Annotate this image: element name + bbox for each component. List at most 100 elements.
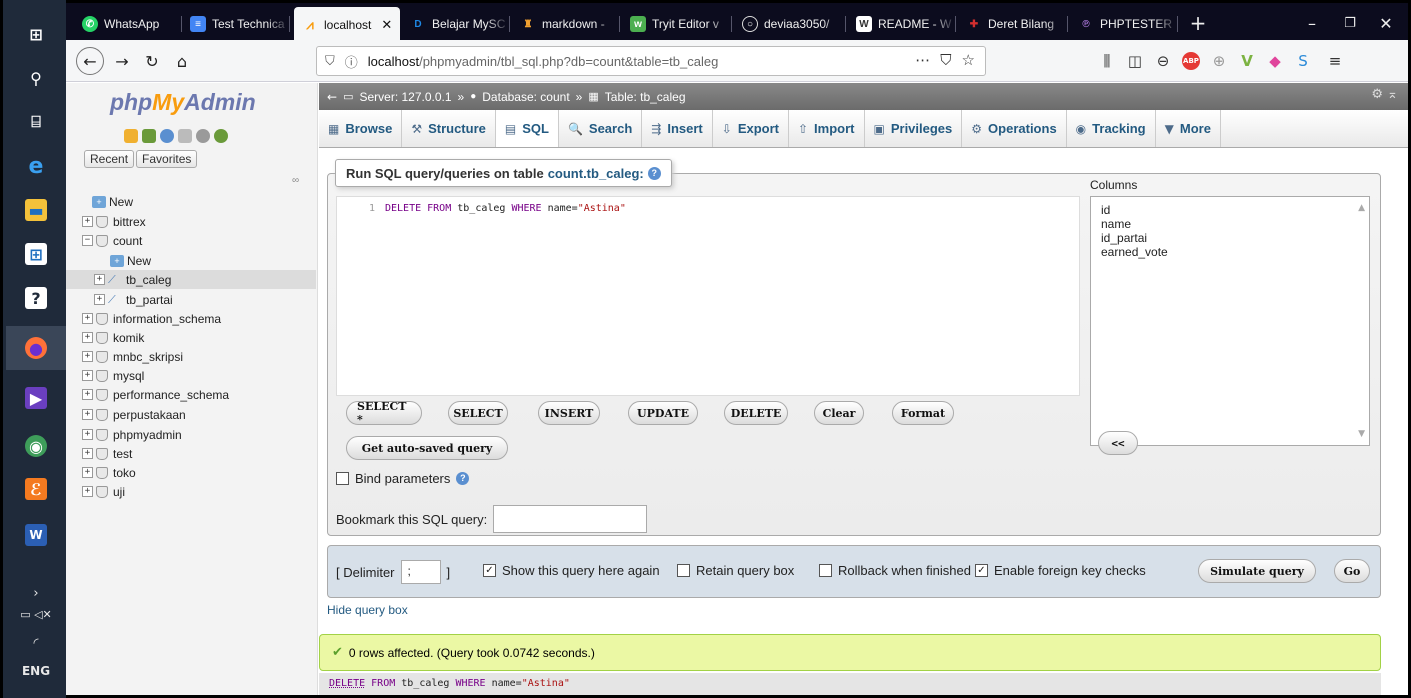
help-app-button[interactable]: ? bbox=[6, 276, 66, 320]
close-window-button[interactable]: ✕ bbox=[1366, 9, 1406, 37]
tab-readme[interactable]: W README - W bbox=[848, 8, 956, 40]
home-button[interactable]: ⌂ bbox=[168, 47, 196, 75]
minimize-button[interactable]: – bbox=[1292, 9, 1332, 37]
tree-item-test[interactable]: + test bbox=[66, 444, 316, 463]
expand-icon[interactable]: + bbox=[82, 448, 93, 459]
extension-v-icon[interactable]: V bbox=[1236, 50, 1258, 72]
sql-editor[interactable]: 1 DELETE FROM tb_caleg WHERE name="Astin… bbox=[336, 196, 1080, 396]
expand-icon[interactable]: + bbox=[82, 467, 93, 478]
scroll-down-icon[interactable]: ▼ bbox=[1358, 427, 1365, 441]
simulate-query-button[interactable]: Simulate query bbox=[1198, 559, 1316, 583]
tab-structure[interactable]: ⚒ Structure bbox=[402, 110, 496, 147]
settings-icon[interactable] bbox=[196, 129, 210, 143]
favorites-tab[interactable]: Favorites bbox=[136, 150, 198, 168]
bind-parameters-checkbox[interactable] bbox=[336, 472, 349, 485]
expand-icon[interactable]: + bbox=[82, 370, 93, 381]
column-option[interactable]: name bbox=[1101, 217, 1369, 231]
tree-item-komik[interactable]: + komik bbox=[66, 328, 316, 347]
tab-belajar-mysql[interactable]: D Belajar MySC bbox=[402, 8, 510, 40]
new-tab-button[interactable]: + bbox=[1178, 9, 1218, 37]
tab-sql[interactable]: ▤ SQL bbox=[495, 110, 559, 147]
go-button[interactable]: Go bbox=[1334, 559, 1370, 583]
tab-insert[interactable]: ⇶ Insert bbox=[642, 110, 713, 147]
get-auto-saved-query-button[interactable]: Get auto-saved query bbox=[346, 436, 508, 460]
tab-markdown[interactable]: ♜ markdown - bbox=[512, 8, 620, 40]
reload-button[interactable]: ↻ bbox=[138, 47, 166, 75]
expand-icon[interactable]: + bbox=[82, 351, 93, 362]
tree-item-toko[interactable]: + toko bbox=[66, 463, 316, 482]
sidebar-icon[interactable]: ◫ bbox=[1124, 50, 1146, 72]
store-button[interactable]: ⊞ bbox=[6, 232, 66, 276]
tab-more[interactable]: ▼ More bbox=[1156, 110, 1221, 147]
expand-icon[interactable]: + bbox=[82, 486, 93, 497]
adblock-icon[interactable]: ABP bbox=[1180, 50, 1202, 72]
tab-search[interactable]: 🔍 Search bbox=[559, 110, 643, 147]
tree-item-bittrex[interactable]: + bittrex bbox=[66, 212, 316, 231]
tree-item-information-schema[interactable]: + information_schema bbox=[66, 309, 316, 328]
rollback-checkbox[interactable] bbox=[819, 564, 832, 577]
menu-hamburger-icon[interactable]: ≡ bbox=[1324, 50, 1346, 72]
library-icon[interactable]: ⫼ bbox=[1096, 50, 1118, 72]
tree-item-mysql[interactable]: + mysql bbox=[66, 366, 316, 385]
show-query-checkbox[interactable]: ✓ bbox=[483, 564, 496, 577]
column-option[interactable]: earned_vote bbox=[1101, 245, 1369, 259]
tab-import[interactable]: ⇧ Import bbox=[789, 110, 865, 147]
bookmark-input[interactable] bbox=[493, 505, 648, 533]
foreign-key-checkbox[interactable]: ✓ bbox=[975, 564, 988, 577]
settings-collapse-icons[interactable]: ⚙ ⌅ bbox=[1371, 87, 1398, 102]
sql-docs-icon[interactable] bbox=[178, 129, 192, 143]
tab-tracking[interactable]: ◉ Tracking bbox=[1067, 110, 1156, 147]
start-button[interactable]: ⊞ bbox=[6, 12, 66, 56]
close-tab-icon[interactable]: ✕ bbox=[381, 18, 392, 33]
delimiter-input[interactable]: ; bbox=[400, 560, 441, 584]
docs-icon[interactable] bbox=[160, 129, 174, 143]
bind-parameters-option[interactable]: Bind parameters ? bbox=[336, 471, 470, 486]
language-indicator[interactable]: ENG bbox=[6, 664, 66, 678]
battery-sound-icons[interactable]: ▭ ◁✕ bbox=[6, 608, 66, 621]
search-button[interactable]: ⚲ bbox=[6, 56, 66, 100]
collapse-icon[interactable]: − bbox=[82, 235, 93, 246]
select-button[interactable]: SELECT bbox=[448, 401, 508, 425]
tab-browse[interactable]: ▦ Browse bbox=[319, 110, 403, 147]
tree-item-tb-caleg[interactable]: + ⟋ tb_caleg bbox=[66, 270, 316, 289]
task-view-button[interactable]: ⌸ bbox=[6, 100, 66, 144]
format-button[interactable]: Format bbox=[892, 401, 954, 425]
show-more-chevron-icon[interactable]: › bbox=[6, 586, 66, 601]
rollback-option[interactable]: Rollback when finished bbox=[819, 563, 971, 578]
page-actions-icon[interactable]: ⋯ bbox=[915, 51, 930, 69]
breadcrumb-database[interactable]: Database: count bbox=[482, 90, 569, 104]
tree-item-count[interactable]: − count bbox=[66, 231, 316, 250]
clear-button[interactable]: Clear bbox=[814, 401, 864, 425]
retain-query-box-option[interactable]: Retain query box bbox=[677, 563, 794, 578]
insert-column-button[interactable]: << bbox=[1098, 431, 1138, 455]
back-button[interactable]: ← bbox=[76, 47, 104, 75]
tree-item-performance-schema[interactable]: + performance_schema bbox=[66, 385, 316, 404]
tab-whatsapp[interactable]: ✆ WhatsApp bbox=[74, 8, 182, 40]
tab-phptester[interactable]: ℗ PHPTESTER bbox=[1070, 8, 1178, 40]
recent-tab[interactable]: Recent bbox=[84, 150, 135, 168]
delete-button[interactable]: DELETE bbox=[724, 401, 788, 425]
select-star-button[interactable]: SELECT * bbox=[346, 400, 422, 426]
hide-query-box-link[interactable]: Hide query box bbox=[327, 603, 408, 617]
address-bar[interactable]: ⛉ ⓘ localhost/phpmyadmin/tbl_sql.php?db=… bbox=[316, 46, 986, 76]
tab-github[interactable]: ○ deviaa3050/ bbox=[734, 8, 846, 40]
legend-table-link[interactable]: count.tb_caleg: bbox=[548, 166, 644, 181]
expand-icon[interactable]: + bbox=[82, 429, 93, 440]
forward-button[interactable]: → bbox=[108, 47, 136, 75]
link-with-main-icon[interactable]: ∞ bbox=[292, 175, 299, 186]
help-icon[interactable]: ? bbox=[647, 166, 661, 180]
insert-button[interactable]: INSERT bbox=[538, 401, 600, 425]
breadcrumb-server[interactable]: Server: 127.0.0.1 bbox=[359, 90, 451, 104]
logout-icon[interactable] bbox=[142, 129, 156, 143]
column-option[interactable]: id bbox=[1101, 203, 1369, 217]
foreign-key-checks-option[interactable]: ✓ Enable foreign key checks bbox=[975, 563, 1146, 578]
tab-localhost[interactable]: ⩘ localhost ✕ bbox=[294, 7, 400, 43]
update-button[interactable]: UPDATE bbox=[628, 401, 698, 425]
retain-query-checkbox[interactable] bbox=[677, 564, 690, 577]
extension-color-icon[interactable]: ◆ bbox=[1264, 50, 1286, 72]
expand-icon[interactable]: + bbox=[82, 216, 93, 227]
scroll-up-icon[interactable]: ▲ bbox=[1358, 201, 1365, 215]
tree-item-phpmyadmin[interactable]: + phpmyadmin bbox=[66, 425, 316, 444]
show-query-again-option[interactable]: ✓ Show this query here again bbox=[483, 563, 660, 578]
tab-export[interactable]: ⇩ Export bbox=[713, 110, 789, 147]
